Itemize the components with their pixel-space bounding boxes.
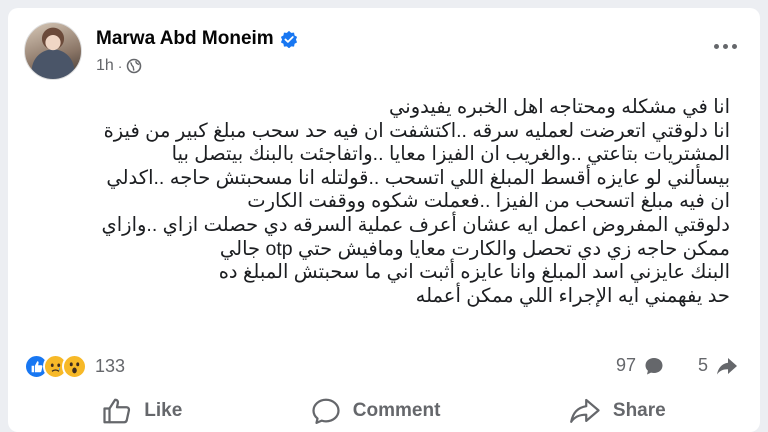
post-body: انا في مشكله ومحتاجه اهل الخبره يفيدوني … xyxy=(40,96,730,308)
like-button[interactable]: Like xyxy=(102,397,182,425)
engagement-counts: 97 5 xyxy=(616,355,738,376)
share-label: Share xyxy=(612,400,666,421)
post-line: انا دلوقتي اتعرضت لعمليه سرقه ..اكتشفت ا… xyxy=(103,119,730,142)
post-line: ان فيه مبلغ اتسحب من الفيزا ..فعملت شكوه… xyxy=(247,190,730,213)
comments-count[interactable]: 97 xyxy=(616,355,636,376)
post-line: انا في مشكله ومحتاجه اهل الخبره يفيدوني xyxy=(389,96,730,118)
comment-bubble-icon[interactable] xyxy=(644,356,664,376)
post-line: بيسألني لو عايزه أقسط المبلغ اللي اتسحب … xyxy=(106,166,730,189)
post-line: ممكن حاجه زي دي تحصل والكارت معايا ومافي… xyxy=(219,237,730,260)
post-time[interactable]: 1h xyxy=(96,57,114,75)
reactions-summary[interactable]: 133 xyxy=(24,354,125,379)
author-row: Marwa Abd Moneim xyxy=(96,28,298,50)
comment-label: Comment xyxy=(352,400,441,421)
share-icon xyxy=(570,398,600,423)
share-arrow-icon[interactable] xyxy=(716,356,738,376)
reactions-count: 133 xyxy=(95,356,126,376)
like-label: Like xyxy=(144,400,183,421)
author-avatar[interactable] xyxy=(24,22,82,80)
meta-separator: · xyxy=(117,58,123,74)
verified-badge-icon xyxy=(280,30,297,48)
post-card: Marwa Abd Moneim 1h · انا في مشكله ومحتا… xyxy=(8,8,760,432)
thumbs-up-icon xyxy=(103,398,131,424)
comment-button[interactable]: Comment xyxy=(311,397,441,425)
public-globe-icon[interactable] xyxy=(126,58,142,74)
post-line: دلوقتي المفروض اعمل ايه عشان أعرف عملية … xyxy=(101,213,730,236)
post-line: حد يفهمني ايه الإجراء اللي ممكن أعمله xyxy=(415,284,730,307)
author-name[interactable]: Marwa Abd Moneim xyxy=(96,28,274,50)
wow-reaction-icon xyxy=(62,354,87,379)
share-button[interactable]: Share xyxy=(569,397,666,425)
post-line: المشتريات بتاعتي ..والغريب ان الفيزا معا… xyxy=(171,143,730,166)
shares-count[interactable]: 5 xyxy=(698,355,708,376)
post-line: البنك عايزني اسد المبلغ وانا عايزه أثبت … xyxy=(218,261,730,284)
post-actions: Like Comment Share xyxy=(8,390,760,432)
more-options-icon[interactable] xyxy=(710,36,740,56)
post-stats: 133 97 5 xyxy=(24,352,744,382)
post-header: Marwa Abd Moneim 1h · xyxy=(24,22,744,86)
post-meta: 1h · xyxy=(96,57,142,75)
comment-icon xyxy=(312,398,340,424)
